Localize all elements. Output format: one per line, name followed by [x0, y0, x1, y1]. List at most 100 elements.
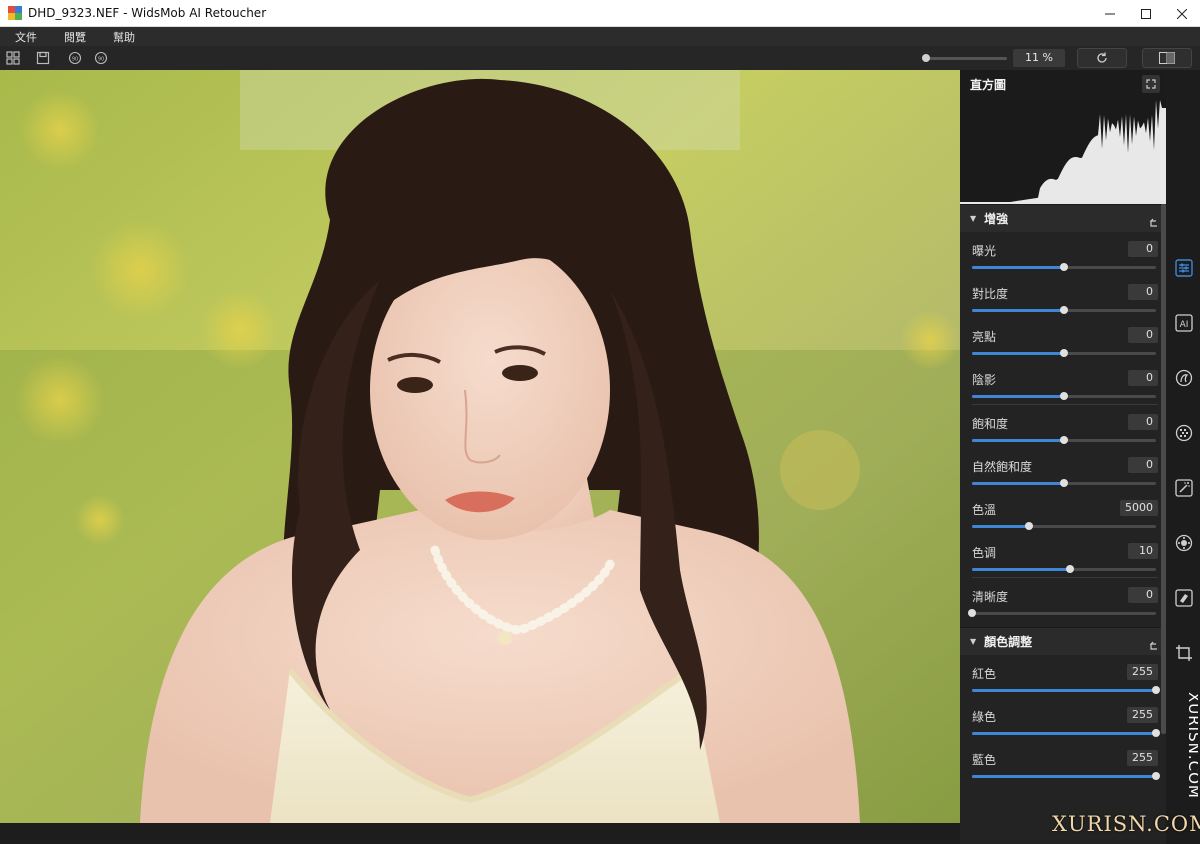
- enhance-controls: 曝光 0 對比度 0 亮點 0 陰影 0 飽和度 0 自然飽和度 0 色溫 5000 色调 10 清晰度 0: [960, 232, 1166, 621]
- zoom-slider[interactable]: [922, 54, 1007, 62]
- slider-knob[interactable]: [1060, 263, 1068, 271]
- slider-row: 對比度 0: [960, 275, 1166, 318]
- slider-label: 自然飽和度: [972, 460, 1033, 474]
- settings-icon[interactable]: [1174, 533, 1194, 553]
- slider-value-input[interactable]: 10: [1128, 543, 1158, 559]
- slider-track[interactable]: [972, 522, 1156, 530]
- slider-track[interactable]: [972, 392, 1156, 400]
- slider-value-input[interactable]: 0: [1128, 241, 1158, 257]
- skin-icon[interactable]: [1174, 368, 1194, 388]
- slider-track[interactable]: [972, 729, 1160, 737]
- close-button[interactable]: [1164, 0, 1200, 27]
- slider-track[interactable]: [972, 565, 1156, 573]
- slider-row: 飽和度 0: [960, 405, 1166, 448]
- slider-knob[interactable]: [1060, 392, 1068, 400]
- maximize-button[interactable]: [1128, 0, 1164, 27]
- slider-row: 綠色 255: [960, 698, 1166, 741]
- menu-file[interactable]: 文件: [0, 29, 49, 45]
- minimize-button[interactable]: [1092, 0, 1128, 27]
- slider-knob[interactable]: [1060, 479, 1068, 487]
- expand-icon: [1146, 79, 1156, 89]
- slider-knob[interactable]: [1152, 686, 1160, 694]
- eraser-icon[interactable]: [1174, 588, 1194, 608]
- app-logo-icon: [8, 6, 22, 20]
- slider-knob[interactable]: [1025, 522, 1034, 530]
- slider-label: 色调: [972, 546, 997, 560]
- slider-fill: [972, 352, 1064, 355]
- collapse-arrow-icon[interactable]: ▼: [970, 214, 976, 223]
- slider-knob[interactable]: [1060, 349, 1068, 357]
- slider-value-input[interactable]: 0: [1128, 370, 1158, 386]
- slider-label: 陰影: [972, 373, 997, 387]
- menu-help[interactable]: 幫助: [98, 29, 147, 45]
- slider-track[interactable]: [972, 772, 1160, 780]
- refresh-button[interactable]: [1077, 48, 1127, 68]
- slider-fill: [972, 482, 1064, 485]
- zoom-value[interactable]: 11 %: [1013, 49, 1065, 67]
- slider-value-input[interactable]: 255: [1127, 707, 1158, 723]
- slider-value-input[interactable]: 255: [1127, 750, 1158, 766]
- grid-icon[interactable]: [5, 50, 21, 66]
- menu-view[interactable]: 閱覽: [49, 29, 98, 45]
- compare-button[interactable]: [1142, 48, 1192, 68]
- status-bar: [0, 823, 960, 844]
- reset-icon[interactable]: [1148, 636, 1158, 655]
- histogram-header: 直方圖: [960, 70, 1166, 98]
- magic-wand-icon[interactable]: [1174, 478, 1194, 498]
- adjust-icon[interactable]: [1174, 258, 1194, 278]
- save-icon[interactable]: [35, 50, 51, 66]
- slider-row: 自然飽和度 0: [960, 448, 1166, 491]
- slider-row: 色溫 5000: [960, 491, 1166, 534]
- svg-text:90: 90: [72, 57, 78, 63]
- slider-fill: [972, 568, 1070, 571]
- menu-bar: 文件 閱覽 幫助: [0, 27, 1200, 46]
- collapse-arrow-icon[interactable]: ▼: [970, 637, 976, 646]
- window-title: DHD_9323.NEF - WidsMob AI Retoucher: [28, 6, 267, 20]
- rotate-right-icon[interactable]: 90: [93, 50, 109, 66]
- expand-button[interactable]: [1142, 75, 1160, 93]
- ai-icon[interactable]: AI: [1174, 313, 1194, 333]
- slider-value-input[interactable]: 0: [1128, 457, 1158, 473]
- slider-row: 清晰度 0: [960, 578, 1166, 621]
- app-window: DHD_9323.NEF - WidsMob AI Retoucher 文件 閱…: [0, 0, 1200, 844]
- compare-icon: [1159, 52, 1175, 64]
- slider-track[interactable]: [972, 686, 1160, 694]
- rotate-left-icon[interactable]: 90: [67, 50, 83, 66]
- slider-knob[interactable]: [1152, 772, 1160, 780]
- color-section-header[interactable]: ▼ 顏色調整: [960, 627, 1166, 655]
- slider-track[interactable]: [968, 609, 1156, 617]
- slider-knob[interactable]: [968, 609, 976, 617]
- slider-label: 紅色: [972, 667, 997, 681]
- slider-row: 色调 10: [960, 534, 1166, 577]
- slider-value-input[interactable]: 0: [1128, 327, 1158, 343]
- crop-icon[interactable]: [1174, 643, 1194, 663]
- slider-fill: [972, 732, 1156, 735]
- slider-fill: [972, 266, 1064, 269]
- zoom-slider-knob[interactable]: [922, 54, 930, 62]
- slider-row: 曝光 0: [960, 232, 1166, 275]
- slider-track[interactable]: [972, 436, 1156, 444]
- svg-text:XURISN.COM: XURISN.COM: [1185, 692, 1198, 799]
- toolbar: 90 90 11 %: [0, 46, 1200, 70]
- reset-icon[interactable]: [1148, 213, 1158, 232]
- slider-track[interactable]: [972, 479, 1156, 487]
- slider-knob[interactable]: [1065, 565, 1074, 573]
- color-section-title: 顏色調整: [984, 635, 1033, 649]
- slider-value-input[interactable]: 0: [1128, 587, 1158, 603]
- slider-value-input[interactable]: 255: [1127, 664, 1158, 680]
- slider-knob[interactable]: [1060, 436, 1068, 444]
- slider-track[interactable]: [972, 263, 1156, 271]
- photo-canvas[interactable]: [0, 70, 960, 823]
- enhance-section-header[interactable]: ▼ 增強: [960, 204, 1166, 232]
- slider-row: 亮點 0: [960, 318, 1166, 361]
- slider-track[interactable]: [972, 306, 1156, 314]
- slider-value-input[interactable]: 0: [1128, 284, 1158, 300]
- slider-knob[interactable]: [1060, 306, 1068, 314]
- slider-track[interactable]: [972, 349, 1156, 357]
- slider-knob[interactable]: [1152, 729, 1160, 737]
- noise-icon[interactable]: [1174, 423, 1194, 443]
- slider-label: 藍色: [972, 753, 997, 767]
- slider-value-input[interactable]: 0: [1128, 414, 1158, 430]
- watermark-vertical: XURISN.COM: [1168, 692, 1200, 812]
- slider-value-input[interactable]: 5000: [1120, 500, 1158, 516]
